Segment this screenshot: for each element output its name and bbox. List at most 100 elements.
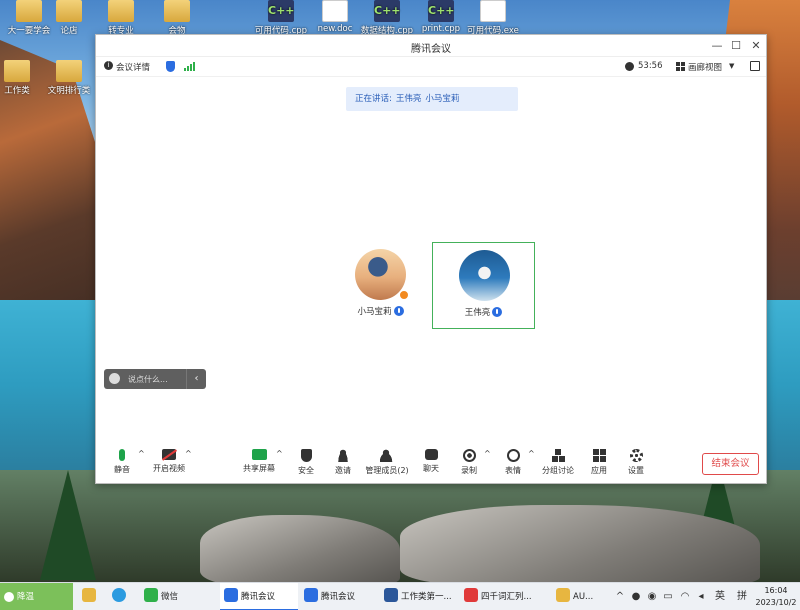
shield-icon[interactable] — [166, 61, 175, 72]
wechat-icon — [144, 588, 158, 602]
desktop-icon[interactable]: C++ print.cpp — [412, 0, 470, 34]
reactions-options-chevron-icon[interactable]: ^ — [528, 449, 535, 458]
members-icon — [379, 449, 395, 462]
avatar — [459, 250, 510, 301]
desktop-icon[interactable]: C++ 可用代码.cpp — [252, 0, 310, 36]
ime-language-indicator[interactable]: 英 — [712, 583, 728, 610]
word-icon — [384, 588, 398, 602]
desktop-icon[interactable]: new.doc — [306, 0, 364, 34]
meeting-info-bar: i 会议详情 53:56 画廊视图 ▼ — [96, 57, 766, 77]
share-screen-icon — [251, 449, 267, 460]
clock-icon — [625, 62, 634, 71]
taskbar-app-au[interactable]: AU... — [552, 583, 608, 610]
ime-mode-indicator[interactable]: 拼 — [734, 583, 750, 610]
folder-icon — [4, 60, 30, 82]
share-options-chevron-icon[interactable]: ^ — [276, 449, 283, 458]
desktop-icon[interactable]: C++ 数据结构.cpp — [358, 0, 416, 36]
au-app-icon — [556, 588, 570, 602]
desktop-icon[interactable]: 会物 — [148, 0, 206, 36]
chat-button[interactable]: 聊天 — [419, 449, 443, 474]
chevron-down-icon[interactable]: ▼ — [729, 62, 734, 70]
start-video-button[interactable]: 开启视频 — [149, 449, 189, 474]
wps-icon — [464, 588, 478, 602]
weather-icon — [4, 592, 14, 602]
tencent-meeting-icon — [304, 588, 318, 602]
fullscreen-icon[interactable] — [750, 61, 760, 71]
reactions-button[interactable]: 表情 — [501, 449, 525, 476]
meeting-toolbar: 静音 ^ 开启视频 ^ 共享屏幕 ^ 安全 邀请 管理成员(2) 聊天 录制 ^… — [96, 445, 766, 483]
network-icon[interactable]: ▭ — [662, 583, 674, 610]
view-mode-button[interactable]: 画廊视图 — [688, 61, 722, 73]
close-button[interactable]: ✕ — [747, 38, 765, 54]
minimize-button[interactable]: — — [708, 38, 726, 54]
window-title: 腾讯会议 — [411, 44, 451, 55]
invite-button[interactable]: 邀请 — [331, 449, 355, 476]
desktop-icon[interactable]: 可用代码.exe — [464, 0, 522, 36]
taskbar-app-word[interactable]: 工作类第一... — [380, 583, 458, 610]
title-bar[interactable]: 腾讯会议 — ☐ ✕ — [96, 35, 766, 57]
add-person-icon — [337, 449, 349, 462]
desktop-icon[interactable]: 转专业 — [92, 0, 150, 36]
end-meeting-button[interactable]: 结束会议 — [702, 453, 759, 475]
grid-icon[interactable] — [676, 62, 685, 71]
shield-icon — [300, 449, 312, 462]
manage-members-button[interactable]: 管理成员(2) — [364, 449, 410, 476]
emoji-icon[interactable] — [109, 373, 120, 384]
video-options-chevron-icon[interactable]: ^ — [185, 449, 192, 458]
wallpaper-rock — [200, 515, 400, 582]
mute-button[interactable]: 静音 — [110, 449, 134, 475]
cpp-file-icon: C++ — [428, 0, 455, 22]
clock-date: 2023/10/2 — [755, 598, 797, 607]
weather-widget[interactable]: 降温 — [0, 583, 73, 610]
breakout-rooms-icon — [551, 449, 565, 462]
apps-button[interactable]: 应用 — [587, 449, 611, 476]
chat-icon — [424, 449, 438, 460]
meeting-timer: 53:56 — [638, 61, 663, 71]
signal-strength-icon[interactable] — [184, 62, 196, 71]
cpp-file-icon: C++ — [268, 0, 295, 22]
chat-input[interactable]: 说点什么... ‹ — [104, 369, 206, 389]
participant-tile[interactable]: 小马宝莉 — [329, 242, 432, 329]
taskbar-app-tencent-meeting[interactable]: 腾讯会议 — [300, 583, 378, 610]
tencent-meeting-icon — [224, 588, 238, 602]
taskbar-app-wps[interactable]: 四千词汇列... — [460, 583, 538, 610]
taskbar-app-wechat[interactable]: 微信 — [140, 583, 218, 610]
breakout-rooms-button[interactable]: 分组讨论 — [539, 449, 577, 476]
wifi-icon[interactable]: ◠ — [678, 583, 692, 610]
microphone-tray-icon[interactable]: ● — [630, 583, 642, 610]
participant-tile-active-speaker[interactable]: 王伟亮 — [432, 242, 535, 329]
security-button[interactable]: 安全 — [294, 449, 318, 476]
participant-name: 小马宝莉 — [357, 307, 392, 317]
info-icon[interactable]: i — [104, 61, 113, 70]
desktop-icon[interactable]: 论店 — [40, 0, 98, 36]
chevron-left-icon[interactable]: ‹ — [186, 369, 206, 389]
maximize-button[interactable]: ☐ — [727, 38, 745, 54]
record-icon — [462, 449, 476, 462]
speaking-banner: 正在讲话: 王伟亮 小马宝莉 — [346, 87, 518, 111]
browser-icon — [112, 588, 126, 602]
app-tray-icon[interactable]: ◉ — [646, 583, 658, 610]
clock-time: 16:04 — [764, 586, 788, 595]
record-button[interactable]: 录制 — [457, 449, 481, 476]
emoji-reaction-icon — [506, 449, 520, 462]
edge-browser-button[interactable] — [112, 583, 130, 610]
volume-icon[interactable]: ◂ — [694, 583, 708, 610]
record-options-chevron-icon[interactable]: ^ — [484, 449, 491, 458]
speaking-prefix: 正在讲话: — [355, 94, 392, 104]
wallpaper-tree — [40, 470, 96, 580]
chat-placeholder: 说点什么... — [128, 375, 168, 384]
document-icon — [322, 0, 348, 22]
mic-icon — [393, 306, 404, 316]
desktop-icon[interactable]: 文明排行类 — [40, 60, 98, 96]
meeting-details-button[interactable]: 会议详情 — [116, 61, 150, 73]
folder-icon — [82, 588, 96, 602]
settings-button[interactable]: 设置 — [624, 449, 648, 476]
speaking-name: 小马宝莉 — [425, 94, 460, 104]
audio-options-chevron-icon[interactable]: ^ — [138, 449, 145, 458]
folder-icon — [108, 0, 134, 22]
share-screen-button[interactable]: 共享屏幕 — [241, 449, 277, 474]
tray-overflow-chevron-icon[interactable]: ^ — [614, 583, 626, 610]
file-explorer-button[interactable] — [82, 583, 100, 610]
taskbar-app-tencent-meeting[interactable]: 腾讯会议 — [220, 583, 298, 610]
system-clock[interactable]: 16:04 2023/10/2 — [754, 585, 798, 609]
